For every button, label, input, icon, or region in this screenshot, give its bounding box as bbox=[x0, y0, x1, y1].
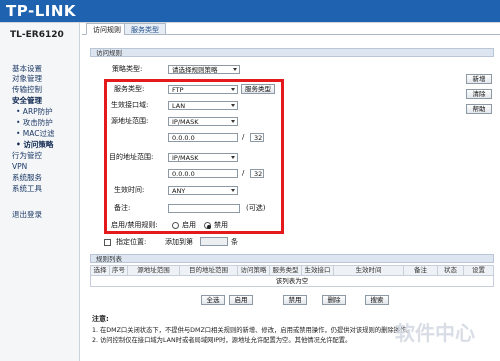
enable-button[interactable]: 启用 bbox=[229, 295, 253, 305]
position-checkbox[interactable] bbox=[104, 239, 111, 246]
clear-button[interactable]: 清除 bbox=[466, 89, 492, 99]
dest-range-label: 目的地址范围: bbox=[109, 153, 154, 161]
col-interface: 生效接口 bbox=[302, 265, 334, 275]
enable-radio[interactable] bbox=[172, 222, 179, 229]
sidebar-item-transfer-control[interactable]: 传输控制 bbox=[12, 85, 42, 94]
service-type-label: 服务类型: bbox=[114, 85, 145, 93]
policy-type-label: 策略类型: bbox=[112, 65, 143, 73]
effective-time-select[interactable]: ANY bbox=[168, 186, 238, 195]
notes-title: 注意: bbox=[92, 315, 109, 323]
disable-button[interactable]: 禁用 bbox=[283, 295, 307, 305]
list-empty-row: 该列表为空 bbox=[90, 276, 494, 287]
service-type-button[interactable]: 服务类型 bbox=[241, 84, 275, 94]
col-remark: 备注 bbox=[404, 265, 438, 275]
tab-service-types[interactable]: 服务类型 bbox=[124, 23, 166, 35]
col-status: 状态 bbox=[438, 265, 464, 275]
sidebar-item-arp-protection[interactable]: • ARP防护 bbox=[16, 107, 53, 116]
chevron-down-icon bbox=[231, 189, 235, 192]
service-type-select[interactable]: FTP bbox=[168, 85, 238, 94]
col-service: 服务类型 bbox=[270, 265, 302, 275]
dest-mask-input[interactable]: 32 bbox=[250, 169, 264, 178]
chevron-down-icon bbox=[231, 104, 235, 107]
sidebar-item-attack-protection[interactable]: • 攻击防护 bbox=[16, 118, 53, 127]
chevron-down-icon bbox=[231, 156, 235, 159]
position-label: 指定位置: bbox=[116, 238, 147, 246]
source-mode-select[interactable]: IP/MASK bbox=[168, 117, 238, 126]
sidebar-item-mac-filter[interactable]: • MAC过滤 bbox=[16, 129, 55, 138]
col-source: 源地址范围 bbox=[128, 265, 180, 275]
rules-section-title: 访问规则 bbox=[90, 48, 494, 57]
rule-state-label: 启用/禁用规则: bbox=[111, 221, 158, 229]
delete-button[interactable]: 删除 bbox=[322, 295, 346, 305]
sidebar-item-logout[interactable]: 退出登录 bbox=[12, 210, 42, 219]
position-text: 添加到第 bbox=[165, 238, 193, 246]
remark-hint: (可选) bbox=[246, 204, 266, 212]
sidebar-item-access-policy[interactable]: • 访问策略 bbox=[16, 140, 53, 149]
dest-slash: / bbox=[242, 169, 245, 177]
chevron-down-icon bbox=[233, 68, 237, 71]
position-input[interactable] bbox=[200, 237, 228, 246]
col-dest: 目的地址范围 bbox=[180, 265, 238, 275]
tp-link-logo: TP-LINK bbox=[6, 2, 77, 20]
disable-label: 禁用 bbox=[214, 221, 228, 229]
dest-mode-select[interactable]: IP/MASK bbox=[168, 153, 238, 162]
col-policy: 访问策略 bbox=[238, 265, 270, 275]
chevron-down-icon bbox=[231, 88, 235, 91]
dest-ip-input[interactable]: 0.0.0.0 bbox=[168, 169, 238, 178]
source-mask-input[interactable]: 32 bbox=[250, 133, 264, 142]
sidebar-item-vpn[interactable]: VPN bbox=[12, 162, 27, 171]
sidebar-item-object-management[interactable]: 对象管理 bbox=[12, 74, 42, 83]
col-time: 生效时间 bbox=[334, 265, 404, 275]
sidebar-item-basic-settings[interactable]: 基本设置 bbox=[12, 64, 42, 73]
list-section-title: 规则列表 bbox=[90, 254, 494, 263]
enable-label: 启用 bbox=[182, 221, 196, 229]
effective-time-label: 生效时间: bbox=[114, 186, 145, 194]
sidebar-item-security[interactable]: 安全管理 bbox=[12, 96, 42, 105]
remark-label: 备注: bbox=[114, 204, 131, 212]
disable-radio[interactable] bbox=[204, 222, 211, 229]
watermark-text: 软件中心 bbox=[395, 321, 475, 345]
sidebar-item-system-tools[interactable]: 系统工具 bbox=[12, 184, 42, 193]
col-select: 选择 bbox=[91, 265, 110, 275]
source-slash: / bbox=[242, 133, 245, 141]
position-unit: 条 bbox=[231, 238, 238, 246]
device-model: TL-ER6120 bbox=[10, 30, 64, 40]
col-settings: 设置 bbox=[472, 266, 485, 274]
help-button[interactable]: 帮助 bbox=[466, 104, 492, 114]
source-ip-input[interactable]: 0.0.0.0 bbox=[168, 133, 238, 142]
source-range-label: 源地址范围: bbox=[111, 117, 149, 125]
interface-zone-select[interactable]: LAN bbox=[168, 101, 238, 110]
search-button[interactable]: 搜索 bbox=[365, 295, 389, 305]
interface-zone-label: 生效接口域: bbox=[111, 101, 149, 109]
remark-input[interactable] bbox=[168, 204, 240, 213]
policy-type-select[interactable]: 请选择规则策略 bbox=[168, 65, 240, 74]
col-index: 序号 bbox=[110, 265, 128, 275]
new-button[interactable]: 新增 bbox=[466, 74, 492, 84]
sidebar-item-system-service[interactable]: 系统服务 bbox=[12, 173, 42, 182]
sidebar-item-behavior-control[interactable]: 行为管控 bbox=[12, 151, 42, 160]
chevron-down-icon bbox=[231, 120, 235, 123]
select-all-button[interactable]: 全选 bbox=[201, 295, 225, 305]
tab-access-rules[interactable]: 访问规则 bbox=[86, 23, 128, 35]
